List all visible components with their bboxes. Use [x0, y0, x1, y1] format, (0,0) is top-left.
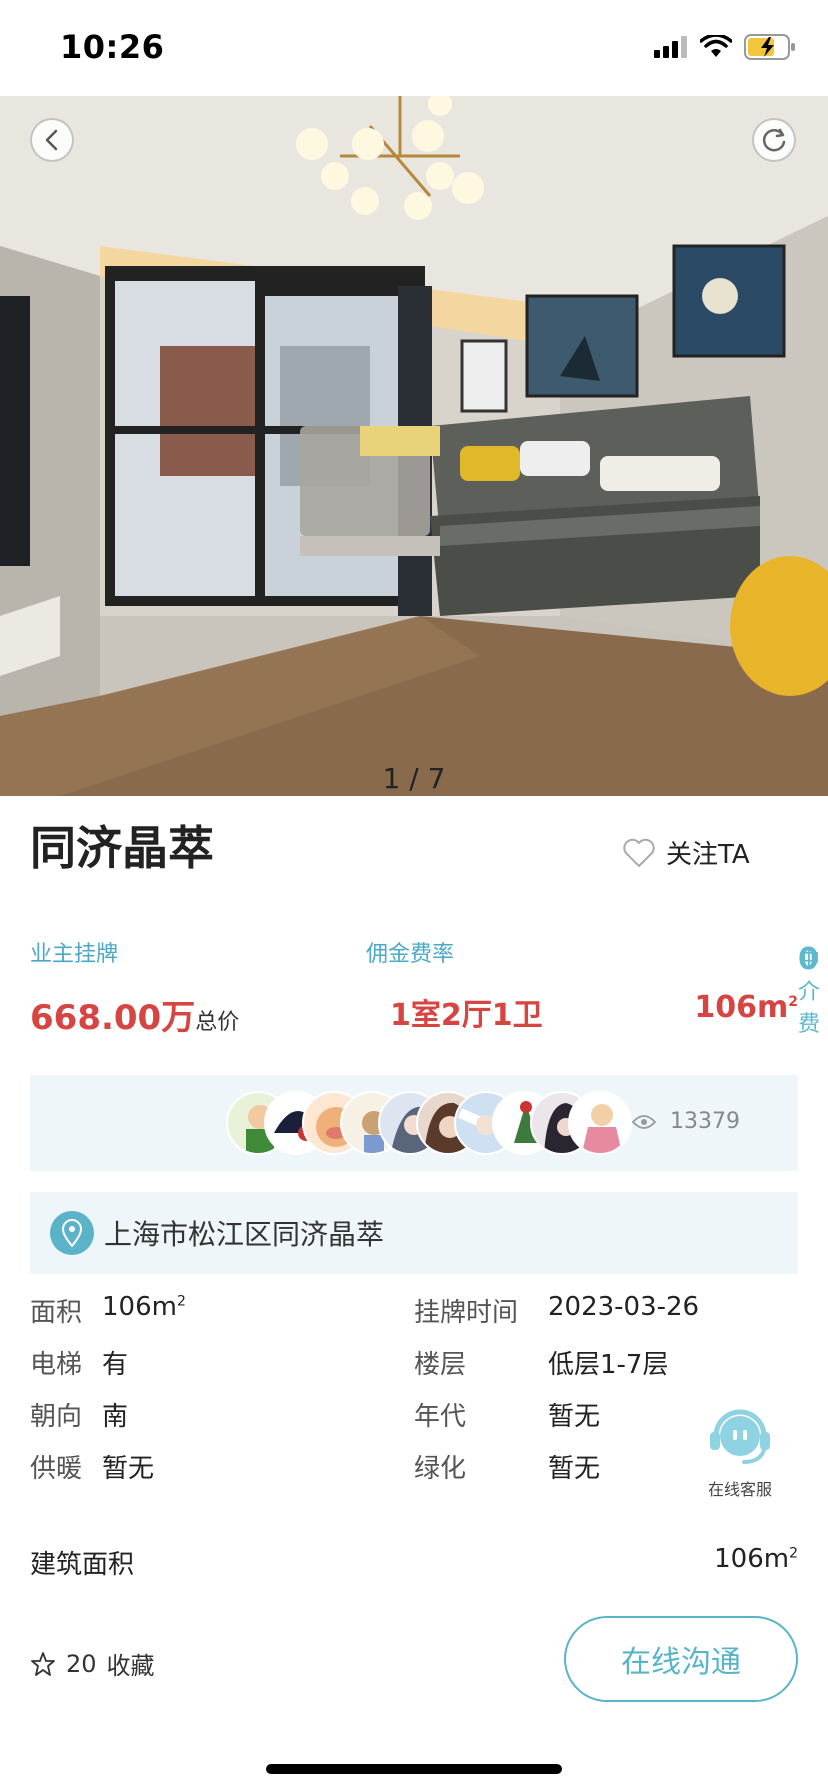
total-price: 668.00万总价	[30, 990, 239, 1039]
status-time: 10:26	[60, 28, 165, 66]
detail-floor: 楼层 低层1-7层	[414, 1344, 798, 1384]
address-text: 上海市松江区同济晶萃	[104, 1218, 385, 1251]
detail-area-sup: 2	[176, 1293, 186, 1310]
home-indicator	[266, 1764, 562, 1774]
status-bar: 10:26	[0, 0, 828, 96]
area-value: 106m2	[694, 990, 798, 1025]
view-count-value: 13379	[670, 1109, 740, 1134]
building-area-row: 建筑面积 106m2	[30, 1544, 798, 1584]
stats-values: 668.00万总价 1室2厅1卫 106m2	[30, 990, 798, 1038]
detail-label: 电梯	[30, 1350, 83, 1380]
detail-listed-date: 挂牌时间 2023-03-26	[414, 1292, 798, 1332]
refresh-icon	[762, 128, 786, 152]
detail-value: 暂无	[548, 1402, 601, 1432]
location-pin-icon	[50, 1211, 94, 1255]
detail-area: 面积 106m2	[30, 1292, 350, 1332]
detail-heating: 供暖 暂无	[30, 1448, 350, 1488]
living-room-photo	[0, 96, 828, 796]
owner-listing-label: 业主挂牌	[30, 942, 119, 967]
building-area-value: 106m2	[714, 1544, 798, 1574]
detail-orientation: 朝向 南	[30, 1396, 350, 1436]
chevron-left-icon	[45, 129, 58, 151]
status-icons	[654, 34, 796, 60]
detail-label: 楼层	[414, 1350, 467, 1380]
commission-label: 佣金费率	[366, 942, 455, 967]
detail-value: 暂无	[548, 1454, 601, 1484]
detail-value: 2023-03-26	[548, 1292, 700, 1322]
heart-outline-icon	[623, 838, 655, 867]
address-bar[interactable]: 上海市松江区同济晶萃	[30, 1192, 798, 1274]
detail-label: 朝向	[30, 1402, 83, 1432]
eye-icon	[632, 1114, 656, 1129]
agency-fee-label: 中介费	[798, 948, 821, 1037]
listing-title: 同济晶萃	[30, 821, 214, 875]
detail-elevator: 电梯 有	[30, 1344, 350, 1384]
detail-year: 年代 暂无	[414, 1396, 714, 1436]
refresh-button[interactable]	[752, 118, 796, 162]
listing-photo[interactable]: 1 / 7	[0, 96, 828, 796]
chat-online-button[interactable]: 在线沟通	[564, 1616, 798, 1702]
bottom-action-bar: 20 收藏 在线沟通	[30, 1616, 798, 1706]
detail-label: 挂牌时间	[414, 1298, 519, 1328]
price-value: 668.00万	[30, 998, 196, 1038]
online-support-button[interactable]: 在线客服	[700, 1398, 780, 1500]
detail-greenery: 绿化 暂无	[414, 1448, 714, 1488]
building-area-number: 106m	[714, 1544, 790, 1574]
detail-value: 低层1-7层	[548, 1350, 669, 1380]
building-area-label: 建筑面积	[30, 1550, 135, 1580]
detail-value: 暂无	[102, 1454, 155, 1484]
stats-labels: 业主挂牌 佣金费率 0 中介费	[30, 930, 820, 1037]
room-layout: 1室2厅1卫	[390, 998, 543, 1033]
signal-icon	[654, 36, 687, 58]
favorite-button[interactable]: 20 收藏	[30, 1646, 155, 1681]
detail-label: 面积	[30, 1298, 83, 1328]
detail-value: 有	[102, 1350, 129, 1380]
area-number: 106m	[694, 990, 789, 1025]
battery-charging-icon	[744, 34, 795, 60]
wifi-icon	[700, 35, 732, 57]
viewers-panel: 13379	[30, 1075, 798, 1171]
favorites-count: 20	[66, 1649, 97, 1678]
photo-counter: 1 / 7	[382, 762, 446, 795]
avatar	[568, 1091, 632, 1155]
detail-value: 106m2	[102, 1292, 186, 1322]
favorites-label: 收藏	[106, 1652, 155, 1680]
back-button[interactable]	[30, 118, 74, 162]
detail-label: 绿化	[414, 1454, 467, 1484]
building-area-sup: 2	[789, 1545, 798, 1562]
price-suffix: 总价	[195, 1010, 240, 1035]
headset-icon	[710, 1409, 770, 1464]
detail-label: 供暖	[30, 1454, 83, 1484]
detail-label: 年代	[414, 1402, 467, 1432]
follow-label: 关注TA	[666, 840, 750, 870]
online-support-label: 在线客服	[707, 1480, 772, 1499]
viewer-avatars[interactable]	[226, 1091, 646, 1155]
star-outline-icon	[31, 1651, 55, 1676]
area-sup: 2	[788, 994, 798, 1010]
detail-value: 南	[102, 1402, 129, 1432]
detail-area-number: 106m	[102, 1292, 177, 1322]
follow-button[interactable]: 关注TA	[622, 834, 750, 871]
view-count: 13379	[632, 1109, 740, 1134]
